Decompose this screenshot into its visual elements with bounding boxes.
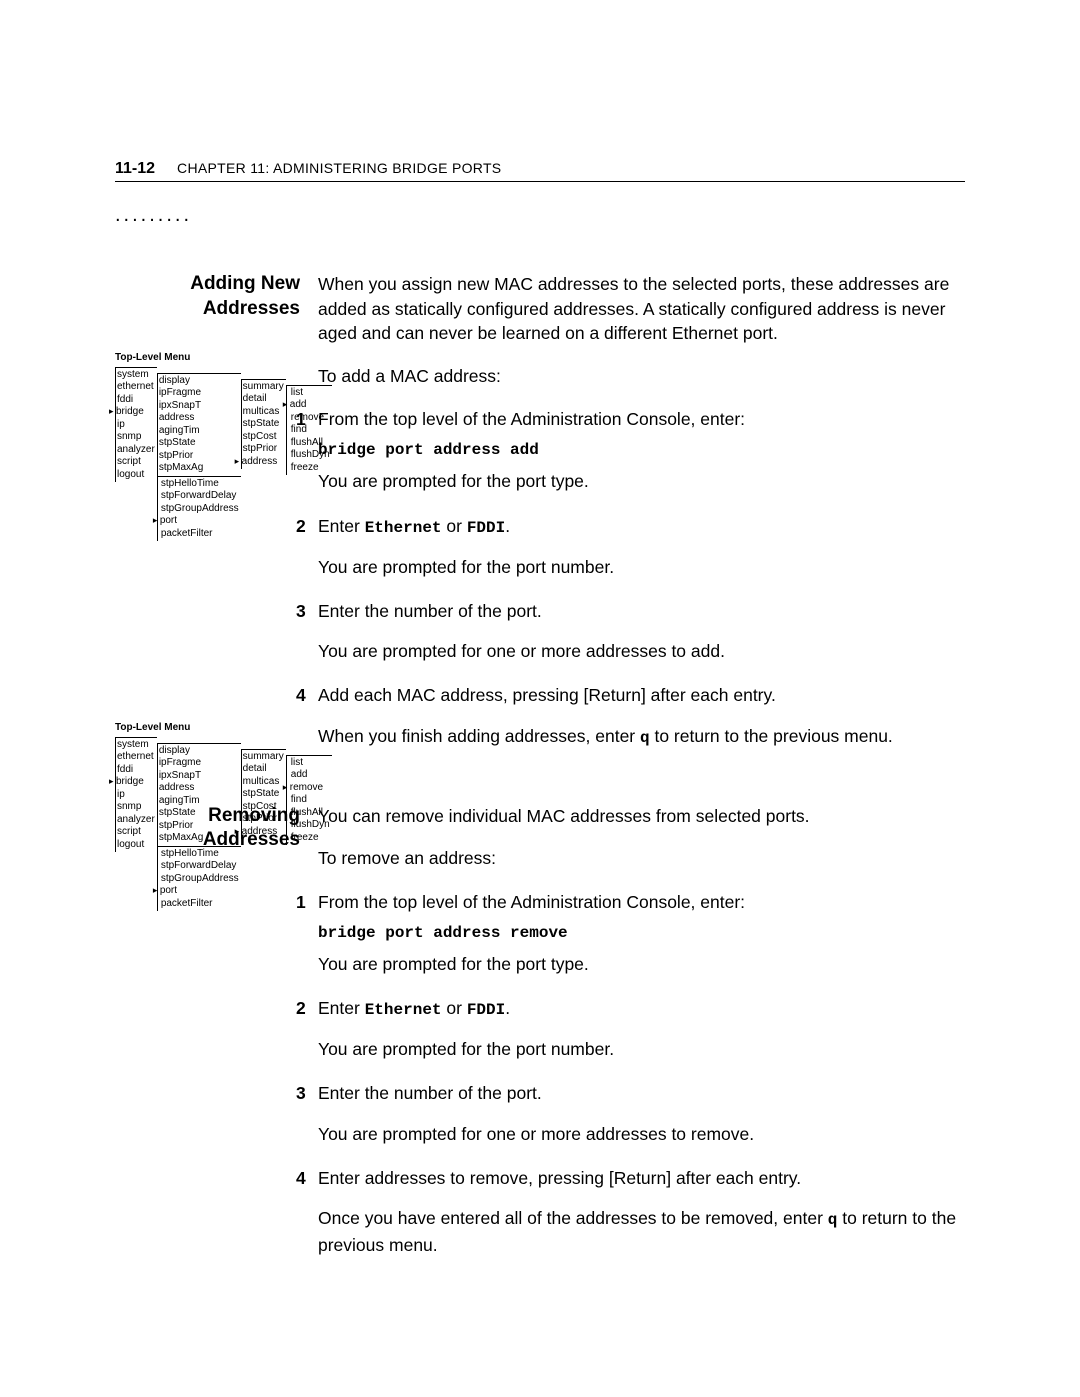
command-text: bridge port address add: [318, 438, 965, 462]
steps-list-add: From the top level of the Administration…: [318, 406, 965, 750]
intro-para-remove: You can remove individual MAC addresses …: [318, 804, 965, 829]
menu-col-1: systemethernetfddibridgeipsnmpanalyzersc…: [115, 367, 157, 483]
menu-col-1: systemethernetfddibridgeipsnmpanalyzersc…: [115, 737, 157, 853]
page: 11-12 CHAPTER 11: ADMINISTERING BRIDGE P…: [0, 0, 1080, 1376]
lead-line-remove: To remove an address:: [318, 846, 965, 871]
menu-col-2-top: displayipFragmeipxSnapTaddressagingTimst…: [157, 743, 241, 846]
menu-title: Top-Level Menu: [115, 722, 295, 735]
step-2: Enter Ethernet or FDDI. You are prompted…: [318, 513, 965, 580]
steps-list-remove: From the top level of the Administration…: [318, 889, 965, 1259]
step-3: Enter the number of the port. You are pr…: [318, 1080, 965, 1147]
command-text: bridge port address remove: [318, 921, 965, 945]
chapter-title: CHAPTER 11: ADMINISTERING BRIDGE PORTS: [177, 160, 501, 176]
menu-diagram-add: Top-Level Menu systemethernetfddibridgei…: [115, 352, 295, 541]
step-1: From the top level of the Administration…: [318, 406, 965, 495]
menu-col-3: summarydetailmulticasstpStatestpCoststpP…: [241, 749, 286, 840]
menu-col-2-bottom: stpHelloTimestpForwardDelaystpGroupAddre…: [157, 846, 241, 912]
menu-col-2-bottom: stpHelloTimestpForwardDelaystpGroupAddre…: [157, 476, 241, 542]
step-2: Enter Ethernet or FDDI. You are prompted…: [318, 995, 965, 1062]
menu-col-2-top: displayipFragmeipxSnapTaddressagingTimst…: [157, 373, 241, 476]
page-header: 11-12 CHAPTER 11: ADMINISTERING BRIDGE P…: [115, 160, 965, 182]
step-4: Enter addresses to remove, pressing [Ret…: [318, 1165, 965, 1259]
menu-diagram-remove: Top-Level Menu systemethernetfddibridgei…: [115, 722, 295, 911]
page-number: 11-12: [115, 160, 155, 178]
menu-col-3: summarydetailmulticasstpStatestpCoststpP…: [241, 379, 286, 470]
step-3: Enter the number of the port. You are pr…: [318, 598, 965, 665]
heading-adding: Adding New Addresses: [115, 272, 300, 321]
header-dots: .........: [115, 204, 965, 227]
menu-col-4: listaddremovefindflushAllflushDynfreeze: [286, 385, 332, 476]
lead-line: To add a MAC address:: [318, 364, 965, 389]
step-1: From the top level of the Administration…: [318, 889, 965, 978]
menu-title: Top-Level Menu: [115, 352, 295, 365]
menu-col-4: listaddremovefindflushAllflushDynfreeze: [286, 755, 332, 846]
intro-para: When you assign new MAC addresses to the…: [318, 272, 965, 346]
step-4: Add each MAC address, pressing [Return] …: [318, 682, 965, 749]
